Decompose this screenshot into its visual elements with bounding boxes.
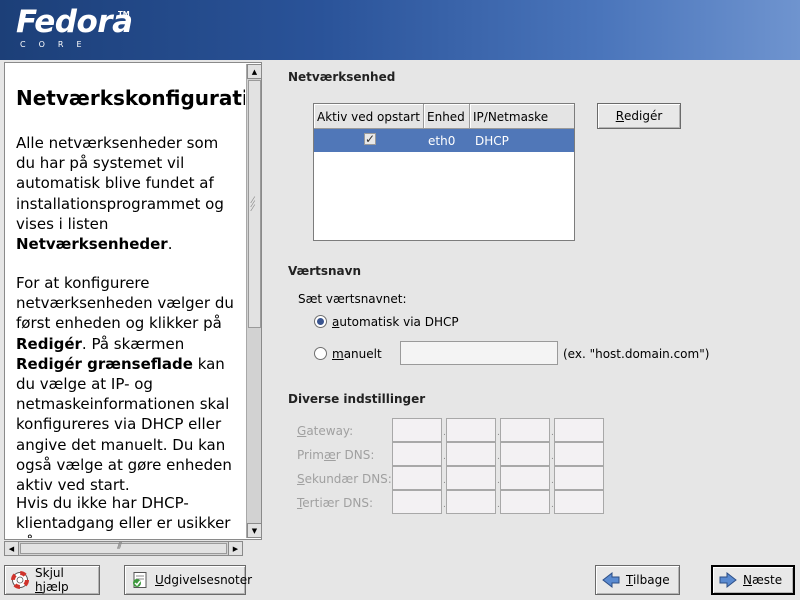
octet-separator: . xyxy=(443,452,446,462)
octet-separator: . xyxy=(443,500,446,510)
hostname-section-title: Værtsnavn xyxy=(288,264,362,278)
misc-settings-section-title: Diverse indstillinger xyxy=(288,392,426,406)
active-on-boot-checkbox[interactable]: ✓ xyxy=(364,133,376,145)
logo-trademark: TM xyxy=(118,10,130,18)
gateway-octet-2[interactable] xyxy=(446,418,496,442)
device-cell: eth0 xyxy=(428,134,456,148)
primary-dns-octet-3[interactable] xyxy=(500,442,550,466)
back-label: Tilbage xyxy=(626,573,670,587)
gateway-octet-3[interactable] xyxy=(500,418,550,442)
primary-dns-label: Primær DNS: xyxy=(297,448,375,462)
grip-icon: /// xyxy=(117,541,122,551)
grip-icon: ⁄ ⁄ ⁄ xyxy=(252,196,254,214)
column-header-device[interactable]: Enhed xyxy=(424,104,470,129)
hostname-example-hint: (ex. "host.domain.com") xyxy=(563,347,710,361)
help-lifebuoy-icon xyxy=(11,571,29,589)
edit-button[interactable]: Redigér xyxy=(597,103,681,129)
scroll-up-arrow-icon[interactable]: ▲ xyxy=(247,64,262,79)
hostname-manual-label[interactable]: manuelt xyxy=(332,347,382,361)
octet-separator: . xyxy=(497,500,500,510)
help-horizontal-scrollbar[interactable]: ◀ /// ▶ xyxy=(4,541,243,556)
octet-separator: . xyxy=(551,452,554,462)
scroll-down-arrow-icon[interactable]: ▼ xyxy=(247,523,262,538)
header-banner: Fedora TM CORE xyxy=(0,0,800,60)
help-paragraph-2: For at konfigurere netværksenheden vælge… xyxy=(16,274,234,495)
help-vertical-scrollbar[interactable]: ▲ ⁄ ⁄ ⁄ ▼ xyxy=(246,64,262,538)
next-label: Næste xyxy=(743,573,783,587)
gateway-octet-1[interactable] xyxy=(392,418,442,442)
edit-label-mnemonic: R xyxy=(615,109,625,123)
scroll-right-arrow-icon[interactable]: ▶ xyxy=(228,542,242,555)
hostname-auto-label[interactable]: automatisk via DHCP xyxy=(332,315,459,329)
help-panel: Netværkskonfiguration Alle netværksenhed… xyxy=(4,62,262,540)
column-header-active-on-boot[interactable]: Aktiv ved opstart xyxy=(314,104,424,129)
hostname-manual-radio[interactable] xyxy=(314,347,327,360)
octet-separator: . xyxy=(551,500,554,510)
tertiary-dns-octet-3[interactable] xyxy=(500,490,550,514)
help-content: Netværkskonfiguration Alle netværksenhed… xyxy=(6,64,245,538)
scrollbar-thumb[interactable]: ⁄ ⁄ ⁄ xyxy=(248,80,261,328)
hide-help-label: Skjul hjælp xyxy=(35,566,69,594)
help-paragraph-3: Hvis du ikke har DHCP-klientadgang eller… xyxy=(16,494,231,538)
secondary-dns-octet-2[interactable] xyxy=(446,466,496,490)
hostname-auto-radio[interactable] xyxy=(314,315,327,328)
octet-separator: . xyxy=(551,428,554,438)
back-button[interactable]: Tilbage xyxy=(595,565,680,595)
scroll-left-arrow-icon[interactable]: ◀ xyxy=(5,542,19,555)
release-notes-icon xyxy=(131,571,149,589)
gateway-octet-4[interactable] xyxy=(554,418,604,442)
set-hostname-label: Sæt værtsnavnet: xyxy=(298,292,407,306)
hide-help-button[interactable]: Skjul hjælp xyxy=(4,565,100,595)
column-header-ip-netmask[interactable]: IP/Netmaske xyxy=(470,104,574,129)
primary-dns-octet-2[interactable] xyxy=(446,442,496,466)
primary-dns-octet-1[interactable] xyxy=(392,442,442,466)
secondary-dns-octet-1[interactable] xyxy=(392,466,442,490)
octet-separator: . xyxy=(551,476,554,486)
release-notes-label: Udgivelsesnoter xyxy=(155,573,253,587)
tertiary-dns-octet-1[interactable] xyxy=(392,490,442,514)
gateway-label: Gateway: xyxy=(297,424,354,438)
octet-separator: . xyxy=(497,452,500,462)
octet-separator: . xyxy=(497,476,500,486)
release-notes-button[interactable]: Udgivelsesnoter xyxy=(124,565,252,595)
network-device-table[interactable]: Aktiv ved opstart Enhed IP/Netmaske ✓ et… xyxy=(313,103,575,241)
secondary-dns-label: Sekundær DNS: xyxy=(297,472,392,486)
octet-separator: . xyxy=(443,428,446,438)
fedora-logo: Fedora xyxy=(16,4,133,40)
logo-core-text: CORE xyxy=(20,40,95,49)
back-arrow-icon xyxy=(602,571,620,589)
next-button[interactable]: Næste xyxy=(711,565,795,595)
octet-separator: . xyxy=(443,476,446,486)
tertiary-dns-octet-2[interactable] xyxy=(446,490,496,514)
help-title: Netværkskonfiguration xyxy=(16,86,245,110)
horizontal-scrollbar-thumb[interactable]: /// xyxy=(20,541,227,554)
hostname-input[interactable] xyxy=(400,341,558,365)
next-arrow-icon xyxy=(719,571,737,589)
tertiary-dns-label: Tertiær DNS: xyxy=(297,496,374,510)
network-device-section-title: Netværksenhed xyxy=(288,70,396,84)
tertiary-dns-octet-4[interactable] xyxy=(554,490,604,514)
table-row[interactable]: ✓ eth0 DHCP xyxy=(314,129,574,152)
ip-netmask-cell: DHCP xyxy=(475,134,509,148)
edit-label: edigér xyxy=(624,109,663,123)
secondary-dns-octet-4[interactable] xyxy=(554,466,604,490)
secondary-dns-octet-3[interactable] xyxy=(500,466,550,490)
help-paragraph-1: Alle netværksenheder som du har på syste… xyxy=(16,134,224,254)
primary-dns-octet-4[interactable] xyxy=(554,442,604,466)
octet-separator: . xyxy=(497,428,500,438)
